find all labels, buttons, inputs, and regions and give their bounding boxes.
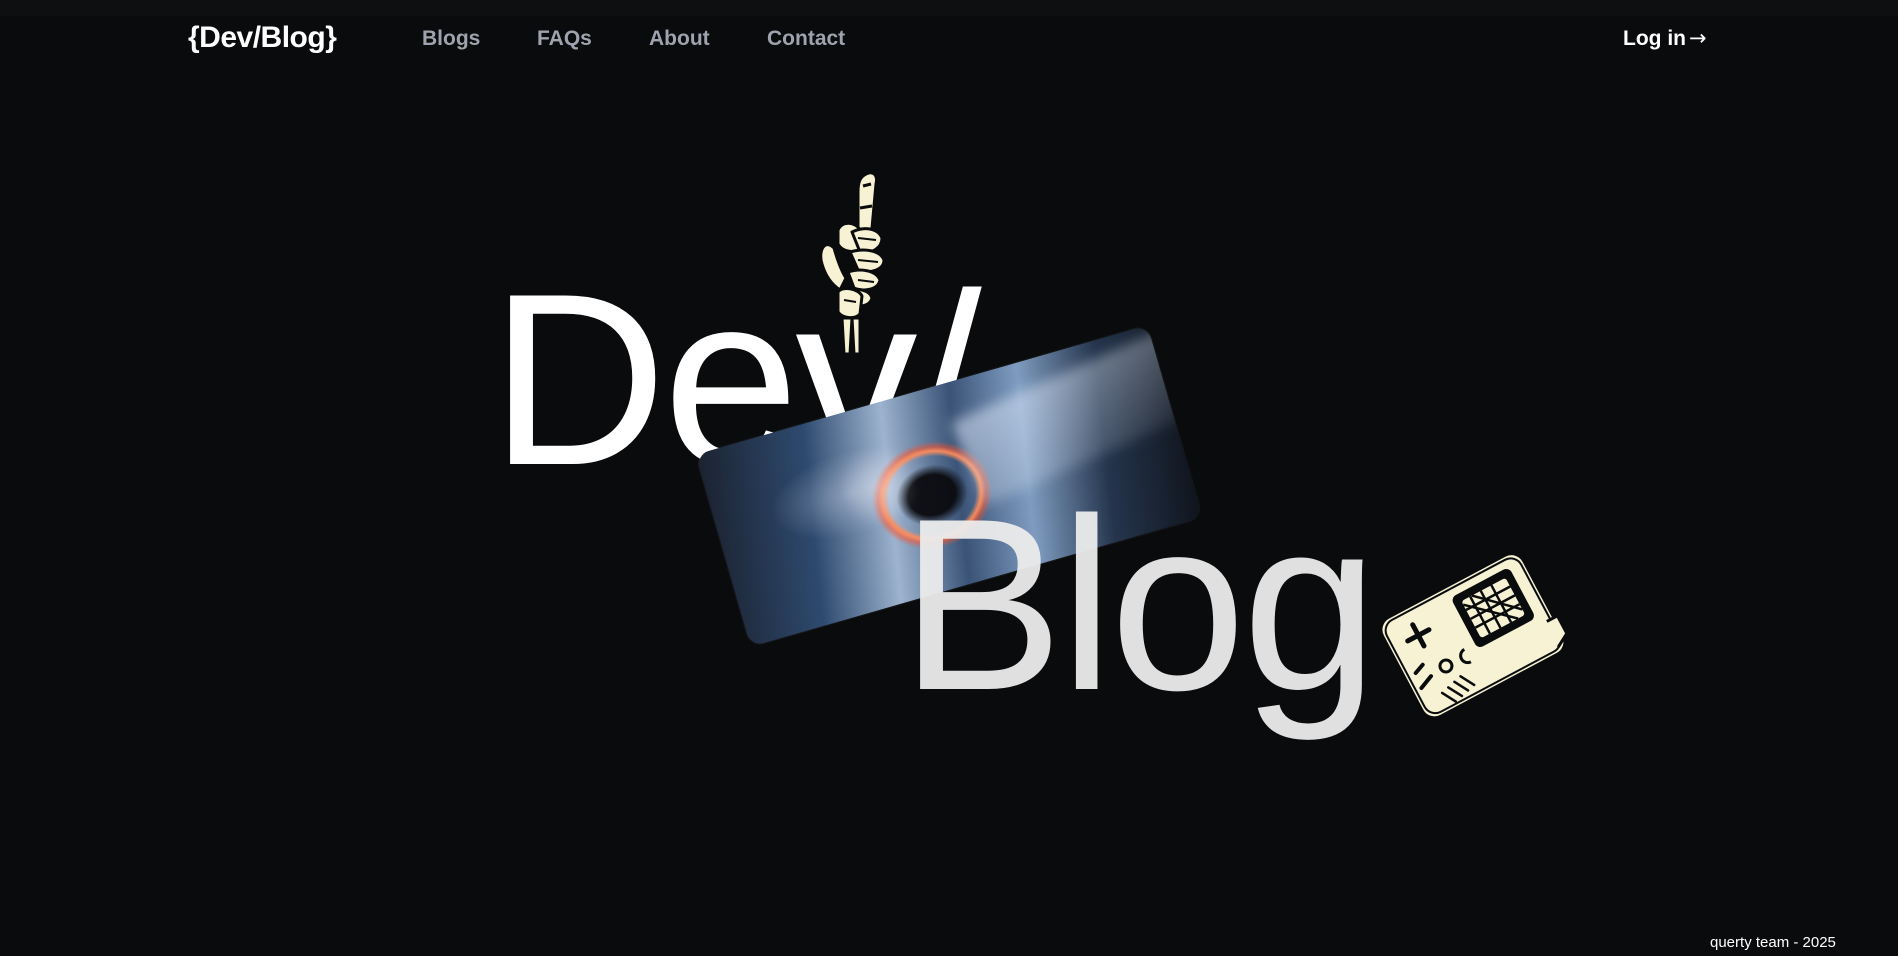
nav-link-faqs[interactable]: FAQs [537, 27, 592, 51]
arrow-right-icon: → [1688, 26, 1707, 50]
game-console-icon [1379, 552, 1569, 720]
hero-title-blog: Blog [900, 467, 1378, 741]
nav-link-about[interactable]: About [649, 27, 710, 51]
nav-link-contact[interactable]: Contact [767, 27, 845, 51]
skeleton-hand-icon [819, 171, 886, 356]
site-logo[interactable]: {Dev/Blog} [188, 21, 337, 55]
footer-credit: querty team - 2025 [1710, 934, 1836, 951]
login-button[interactable]: Log in → [1623, 26, 1707, 51]
login-label: Log in [1623, 27, 1686, 50]
nav-link-blogs[interactable]: Blogs [422, 27, 480, 51]
